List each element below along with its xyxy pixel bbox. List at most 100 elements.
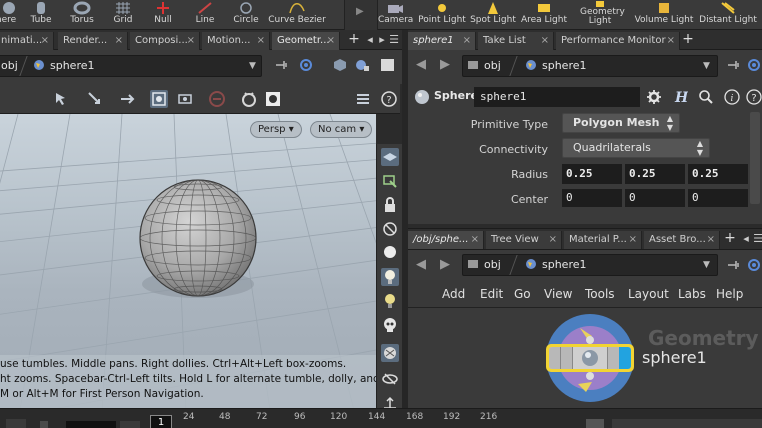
close-icon[interactable]: × [463, 32, 471, 49]
playback-controls[interactable] [6, 419, 26, 428]
forward-arrow-icon[interactable]: ▶ [438, 257, 452, 273]
lighting-icon[interactable] [381, 244, 399, 262]
shelf-tool-volume-light[interactable]: Volume Light [634, 0, 694, 30]
path-node[interactable]: sphere1 [33, 56, 95, 76]
back-arrow-icon[interactable]: ◀ [414, 57, 428, 73]
shelf-tool-null[interactable]: Null [148, 0, 178, 30]
lock-icon[interactable] [381, 196, 399, 214]
pin-icon[interactable] [726, 258, 742, 272]
menu-labs[interactable]: Labs [678, 287, 706, 301]
shelf-tool-distant-light[interactable]: Distant Light [698, 0, 758, 30]
param-scrollbar[interactable] [750, 112, 760, 204]
shelf-tool-line[interactable]: Line [190, 0, 220, 30]
visibility-icon[interactable] [381, 370, 399, 388]
shelf-tool-tube[interactable]: Tube [26, 0, 56, 30]
sphere-display-icon[interactable] [354, 58, 370, 72]
network-path-field[interactable]: obj sphere1 ▼ [462, 254, 718, 276]
param-path-field[interactable]: obj sphere1 ▼ [462, 55, 718, 77]
menu-tools[interactable]: Tools [585, 287, 615, 301]
pin-icon[interactable] [726, 58, 742, 72]
tab-asset-browser[interactable]: Asset Bro... × [644, 231, 720, 249]
cube-icon[interactable] [332, 58, 348, 72]
radius-y-field[interactable]: 0.25 [625, 164, 685, 184]
add-tab-button[interactable]: + [680, 31, 696, 49]
tab-geometry[interactable]: Geometr... × [272, 32, 340, 50]
tab-performance-monitor[interactable]: Performance Monitor × [556, 32, 680, 50]
record-disabled-icon[interactable] [208, 90, 226, 108]
center-z-field[interactable]: 0 [688, 189, 748, 207]
path-node[interactable]: sphere1 [525, 255, 587, 275]
pane-previous-icon[interactable]: ◂ [364, 31, 376, 49]
playbar-options[interactable] [612, 419, 762, 428]
shelf-tool-torus[interactable]: Torus [66, 0, 98, 30]
scene-path-field[interactable]: obj sphere1 ▼ [0, 55, 262, 77]
chevron-down-icon[interactable]: ▼ [249, 59, 259, 73]
select-tool-icon[interactable] [52, 90, 70, 108]
pin-icon[interactable] [274, 58, 290, 72]
pane-menu-icon[interactable]: ☰ [388, 31, 400, 49]
lock-flag[interactable] [561, 347, 573, 369]
pane-menu-icon[interactable]: ☰ [752, 230, 762, 248]
center-y-field[interactable]: 0 [625, 189, 685, 207]
no-cam-button[interactable]: No cam ▾ [310, 121, 373, 138]
node-output-connector[interactable] [586, 372, 594, 380]
close-icon[interactable]: × [471, 231, 479, 248]
shelf-tool-grid[interactable]: Grid [108, 0, 138, 30]
current-frame-field[interactable]: 1 [150, 415, 172, 428]
handle-tool-icon[interactable] [118, 90, 136, 108]
search-icon[interactable] [698, 89, 714, 105]
snapshot-icon[interactable] [264, 90, 282, 108]
headlight-icon[interactable] [381, 268, 399, 286]
shelf-tool-geometry-light[interactable]: Geometry Light [574, 0, 626, 30]
close-icon[interactable]: × [115, 32, 123, 49]
tab-render[interactable]: Render... × [58, 32, 128, 50]
display-options-icon[interactable] [354, 90, 372, 108]
chevron-down-icon[interactable]: ▼ [703, 59, 713, 73]
light-bulb-icon[interactable] [381, 292, 399, 310]
bypass-flag[interactable] [549, 347, 561, 369]
shading-mode-icon[interactable] [381, 344, 399, 362]
close-icon[interactable]: × [667, 32, 675, 49]
help-h-icon[interactable]: H [672, 89, 688, 105]
gear-icon[interactable] [646, 89, 662, 105]
path-root[interactable]: obj [467, 56, 501, 76]
step-button[interactable] [120, 421, 140, 428]
tab-tree-view[interactable]: Tree View × [486, 231, 562, 249]
path-root[interactable]: obj [1, 56, 18, 76]
close-icon[interactable]: × [257, 32, 265, 49]
info-icon[interactable]: i [724, 89, 740, 105]
add-tab-button[interactable]: + [346, 31, 362, 49]
menu-view[interactable]: View [544, 287, 572, 301]
playback-stop-button[interactable] [40, 421, 48, 428]
link-icon[interactable] [298, 58, 314, 72]
render-icon[interactable] [240, 90, 258, 108]
pane-next-icon[interactable]: ▸ [376, 31, 388, 49]
magnify-tool-icon[interactable] [176, 90, 194, 108]
tab-motion[interactable]: Motion... × [202, 32, 270, 50]
connectivity-menu[interactable]: Quadrilaterals ▲ ▼ [562, 138, 710, 158]
help-icon[interactable]: ? [380, 90, 398, 108]
close-icon[interactable]: × [629, 231, 637, 248]
view-tool-icon[interactable] [150, 90, 168, 108]
square-toggle-icon[interactable] [380, 58, 396, 72]
close-icon[interactable]: × [707, 231, 715, 248]
network-view[interactable]: Geometry sphere1 [408, 308, 762, 408]
shelf-tool-spot-light[interactable]: Spot Light [470, 0, 516, 30]
tab-parameters[interactable]: sphere1 × [408, 32, 476, 50]
tab-material-palette[interactable]: Material P... × [564, 231, 642, 249]
close-icon[interactable]: × [549, 231, 557, 248]
path-node[interactable]: sphere1 [525, 56, 587, 76]
link-icon[interactable] [746, 58, 762, 72]
node-name-label[interactable]: sphere1 [642, 348, 707, 367]
menu-layout[interactable]: Layout [628, 287, 669, 301]
persp-camera-button[interactable]: Persp ▾ [250, 121, 302, 138]
radius-x-field[interactable]: 0.25 [562, 164, 622, 184]
transform-tool-icon[interactable] [86, 90, 104, 108]
node-input-connector[interactable] [586, 336, 594, 344]
shelf-tool-point-light[interactable]: Point Light [418, 0, 466, 30]
pane-previous-icon[interactable]: ◂ [740, 230, 752, 248]
menu-add[interactable]: Add [442, 287, 465, 301]
ghost-objects-icon[interactable] [381, 220, 399, 238]
link-icon[interactable] [746, 258, 762, 272]
path-root[interactable]: obj [467, 255, 501, 275]
